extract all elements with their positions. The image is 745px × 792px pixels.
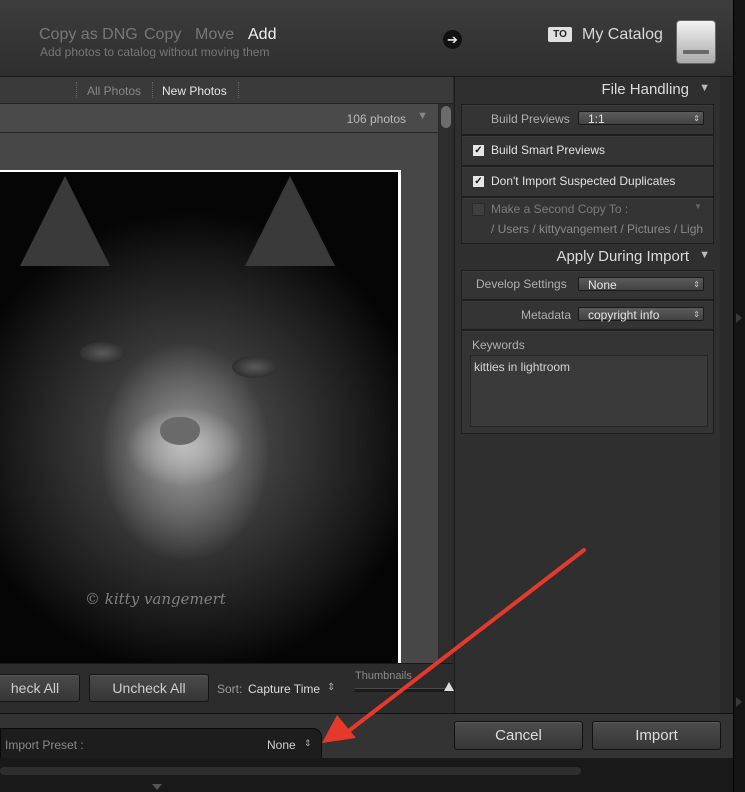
filmstrip-scrollbar[interactable] — [0, 767, 581, 775]
updown-arrows-icon: ⇕ — [693, 310, 700, 319]
duplicates-checkbox[interactable]: ✓ — [472, 175, 485, 188]
triangle-down-icon[interactable] — [152, 784, 162, 790]
triangle-down-icon: ▼ — [699, 249, 710, 261]
import-header: Copy as DNG Copy Move Add Add photos to … — [0, 0, 733, 77]
updown-arrows-icon: ⇕ — [693, 114, 700, 123]
metadata-select[interactable]: copyright info ⇕ — [578, 307, 704, 322]
apply-during-import-title: Apply During Import — [556, 248, 689, 265]
second-copy-row: ✓ Make a Second Copy To : ▼ / Users / ki… — [461, 197, 714, 244]
smart-previews-row: ✓ Build Smart Previews — [461, 135, 714, 166]
import-button[interactable]: Import — [592, 721, 721, 750]
build-previews-select[interactable]: 1:1 ⇕ — [578, 111, 704, 126]
destination-catalog-label[interactable]: My Catalog — [582, 26, 663, 44]
triangle-right-icon[interactable] — [736, 697, 742, 707]
smart-previews-label: Build Smart Previews — [491, 143, 606, 157]
photo-count: 106 photos — [346, 112, 406, 126]
import-preset-select[interactable]: None — [267, 738, 296, 752]
triangle-down-icon: ▼ — [699, 82, 710, 94]
file-handling-title: File Handling — [601, 81, 689, 98]
import-footer: Import Preset : None ⇕ Cancel Import — [0, 713, 733, 792]
mode-move[interactable]: Move — [195, 26, 234, 44]
triangle-down-icon: ▼ — [694, 202, 702, 211]
sort-select[interactable]: Capture Time — [248, 682, 320, 696]
second-copy-path[interactable]: / Users / kittyvangemert / Pictures / Li… — [491, 222, 703, 236]
cat-photo: © kitty vangemert — [0, 172, 398, 666]
scrollbar-thumb[interactable] — [441, 106, 451, 128]
cat-eye-right — [232, 356, 278, 378]
right-panel: File Handling ▼ Build Previews 1:1 ⇕ ✓ B… — [454, 77, 720, 713]
develop-settings-select[interactable]: None ⇕ — [578, 277, 704, 292]
duplicates-row: ✓ Don't Import Suspected Duplicates — [461, 166, 714, 197]
keywords-row: Keywords kitties in lightroom — [461, 330, 714, 434]
slider-knob[interactable] — [444, 682, 454, 691]
mode-description: Add photos to catalog without moving the… — [40, 45, 270, 59]
keywords-label: Keywords — [472, 338, 525, 352]
sort-label: Sort: — [217, 682, 243, 696]
cat-ear-right — [245, 176, 335, 266]
tab-all-photos[interactable]: All Photos — [87, 84, 141, 98]
tab-new-photos[interactable]: New Photos — [162, 84, 227, 98]
duplicates-label: Don't Import Suspected Duplicates — [491, 174, 676, 188]
develop-settings-value: None — [588, 278, 617, 292]
cat-nose — [160, 417, 200, 445]
filter-separator — [152, 82, 154, 98]
import-preset-label: Import Preset : — [5, 738, 84, 752]
apply-during-import-header[interactable]: Apply During Import ▼ — [455, 244, 720, 270]
triangle-down-icon[interactable]: ▼ — [417, 110, 428, 122]
import-preset-bar: Import Preset : None ⇕ — [0, 728, 322, 759]
build-previews-row: Build Previews 1:1 ⇕ — [461, 104, 714, 135]
to-badge: TO — [548, 27, 572, 42]
mode-add[interactable]: Add — [248, 26, 276, 44]
grid-count-bar: 106 photos ▼ — [0, 104, 438, 133]
updown-arrows-icon: ⇕ — [327, 682, 336, 693]
second-copy-label: Make a Second Copy To : — [491, 202, 629, 216]
thumbnails-label: Thumbnails — [355, 670, 412, 682]
filter-bar: All Photos New Photos — [0, 77, 453, 104]
grid-scrollbar[interactable] — [439, 104, 453, 663]
photo-thumbnail[interactable]: © kitty vangemert — [0, 170, 401, 666]
build-previews-label: Build Previews — [491, 112, 570, 126]
triangle-right-icon[interactable] — [736, 313, 742, 323]
photo-watermark: © kitty vangemert — [85, 590, 226, 608]
keywords-text: kitties in lightroom — [474, 360, 571, 374]
updown-arrows-icon: ⇕ — [304, 738, 312, 748]
photo-grid-area: All Photos New Photos 106 photos ▼ © kit… — [0, 77, 454, 714]
build-previews-value: 1:1 — [588, 112, 605, 126]
develop-settings-row: Develop Settings None ⇕ — [461, 270, 714, 300]
filter-separator — [76, 82, 78, 98]
uncheck-all-button[interactable]: Uncheck All — [89, 674, 209, 702]
develop-settings-label: Develop Settings — [476, 277, 567, 291]
check-all-button[interactable]: heck All — [0, 674, 80, 702]
cancel-button[interactable]: Cancel — [454, 721, 583, 750]
smart-previews-checkbox[interactable]: ✓ — [472, 144, 485, 157]
mode-copy[interactable]: Copy — [144, 26, 181, 44]
filter-separator — [238, 82, 240, 98]
import-dialog: Copy as DNG Copy Move Add Add photos to … — [0, 0, 734, 792]
mode-copy-as-dng[interactable]: Copy as DNG — [39, 26, 138, 44]
footer-strip — [0, 758, 733, 792]
arrow-right-icon: ➔ — [443, 30, 462, 49]
hard-drive-icon — [676, 20, 716, 64]
keywords-input[interactable]: kitties in lightroom — [470, 355, 708, 427]
metadata-row: Metadata copyright info ⇕ — [461, 300, 714, 330]
right-gutter — [734, 0, 745, 792]
cat-ear-left — [20, 176, 110, 266]
metadata-label: Metadata — [521, 308, 572, 322]
cat-eye-left — [80, 342, 126, 364]
thumbnail-size-slider[interactable] — [355, 688, 448, 692]
file-handling-header[interactable]: File Handling ▼ — [455, 77, 720, 103]
updown-arrows-icon: ⇕ — [693, 280, 700, 289]
metadata-value: copyright info — [588, 308, 660, 322]
second-copy-checkbox[interactable]: ✓ — [472, 203, 485, 216]
grid-toolbar: heck All Uncheck All Sort: Capture Time … — [0, 663, 454, 714]
